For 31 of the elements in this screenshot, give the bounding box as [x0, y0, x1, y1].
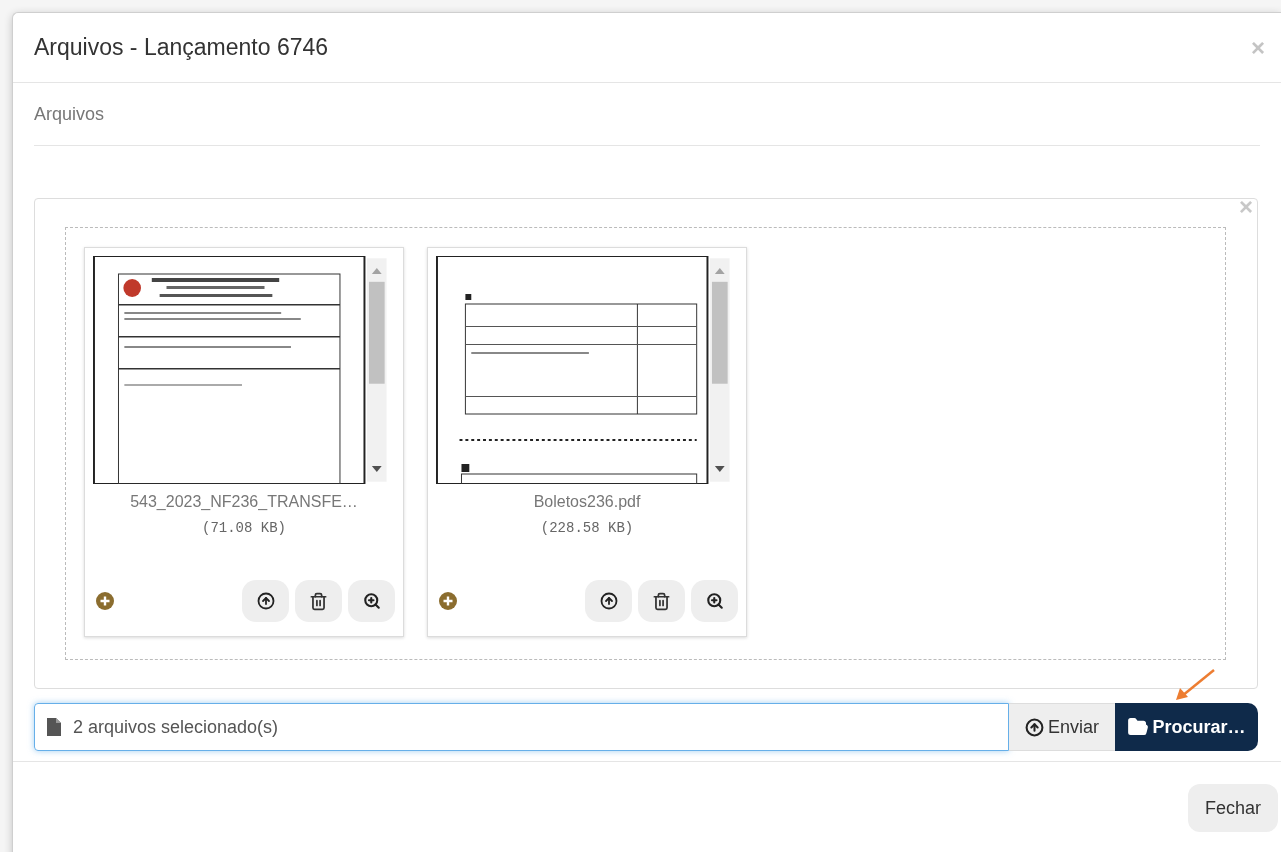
file-name: 543_2023_NF236_TRANSFE…: [130, 492, 358, 512]
section-label: Arquivos: [34, 102, 105, 126]
zoom-in-icon: [362, 592, 381, 610]
upload-button[interactable]: [242, 580, 289, 622]
add-icon[interactable]: [439, 592, 457, 610]
close-dialog-button[interactable]: Fechar: [1188, 784, 1278, 832]
upload-icon: [599, 592, 618, 610]
file-icon: [47, 718, 61, 736]
trash-icon: [309, 591, 328, 611]
browse-button[interactable]: Procurar…: [1115, 703, 1258, 751]
delete-button[interactable]: [638, 580, 685, 622]
delete-button[interactable]: [295, 580, 342, 622]
zoom-in-icon: [705, 592, 724, 610]
selection-text: 2 arquivos selecionado(s): [73, 715, 279, 739]
dialog-title: Arquivos - Lançamento 6746: [34, 33, 329, 63]
send-button[interactable]: Enviar: [1009, 703, 1115, 751]
file-name: Boletos236.pdf: [533, 492, 641, 512]
zoom-button[interactable]: [691, 580, 738, 622]
file-size: (228.58 KB): [540, 519, 634, 538]
trash-icon: [652, 591, 671, 611]
zoom-button[interactable]: [348, 580, 395, 622]
upload-button[interactable]: [585, 580, 632, 622]
upload-icon: [256, 592, 275, 610]
folder-icon: [1127, 716, 1150, 738]
upload-icon: [1025, 717, 1044, 737]
file-selection-field[interactable]: 2 arquivos selecionado(s): [34, 703, 1009, 751]
add-icon[interactable]: [96, 592, 114, 610]
pointer-arrow: [1174, 668, 1216, 702]
file-size: (71.08 KB): [202, 519, 286, 538]
scrollbar[interactable]: [710, 256, 730, 484]
scrollbar[interactable]: [367, 256, 387, 484]
